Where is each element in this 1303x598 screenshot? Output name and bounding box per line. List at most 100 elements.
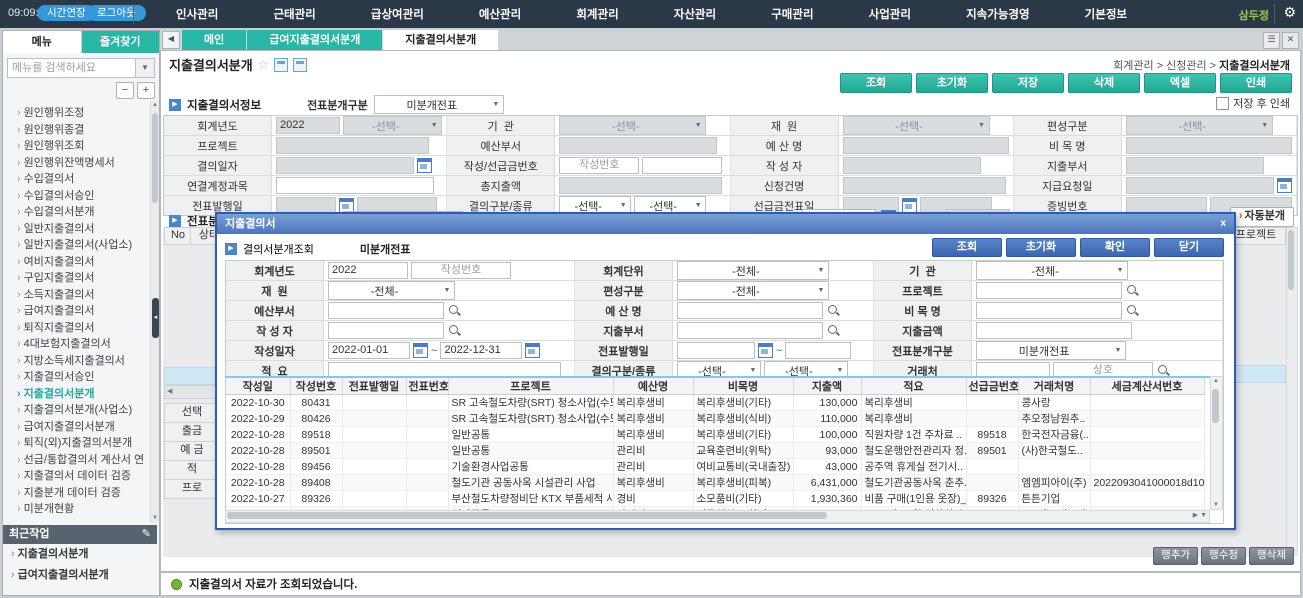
dialog-search-button[interactable]: 조회 [932,238,1002,257]
column-header[interactable]: 선급금번호 [966,378,1018,395]
sidebar-item-19[interactable]: ›지출결의서분개(사업소) [3,402,151,419]
sidebar-item-18[interactable]: ›지출결의서분개 [3,386,151,403]
table-row[interactable]: 2022-10-2889456기술환경사업공통관리비여비교통비(국내출장)43,… [226,459,1204,475]
favorite-star-icon[interactable]: ☆ [258,57,270,73]
sidebar-item-20[interactable]: ›급여지출결의서분개 [3,419,151,436]
column-header[interactable]: 예산명 [613,378,693,395]
menu-10[interactable]: 기본정보 [1079,6,1133,22]
table-row[interactable]: 2022-10-2889408철도기관 공동사옥 시설관리 사업복리후생비복리후… [226,475,1204,491]
eraser-icon[interactable]: ✎ [142,525,151,544]
search-icon[interactable] [447,323,462,338]
dialog-close-button[interactable]: 닫기 [1154,238,1224,257]
sidebar-item-15[interactable]: ›4대보험지출결의서 [3,336,151,353]
column-header[interactable]: 적요 [861,378,966,395]
input-field[interactable] [276,177,434,194]
table-row[interactable]: 2022-10-3080431SR 고속철도차량(SRT) 청소사업(수도권)복… [226,395,1204,411]
select-field[interactable]: -선택-▼ [559,116,706,135]
menu-search-input[interactable]: 메뉴를 검색하세요 [7,58,136,78]
sidebar-item-8[interactable]: ›일반지출결의서 [3,221,151,238]
column-header[interactable]: 프로젝트 [448,378,613,395]
tab-2[interactable]: 급여지출결의서분개 [247,30,382,50]
sidebar-item-9[interactable]: ›일반지출결의서(사업소) [3,237,151,254]
sidebar-item-12[interactable]: ›소득지출결의서 [3,287,151,304]
scroll-down-icon[interactable]: ▼ [1211,502,1221,508]
select-field[interactable]: -선택-▼ [343,116,442,135]
input-field[interactable]: 작성번호 [559,157,639,174]
sidebar-item-22[interactable]: ›선급/통합결의서 계산서 연 [3,452,151,469]
column-header[interactable]: 세금계산서번호 [1090,378,1204,395]
input-field[interactable] [976,302,1122,319]
dialog-v-scrollbar[interactable]: ▲ ▼ [1210,376,1223,510]
recent-item-2[interactable]: ›급여지출결의서분개 [3,565,157,586]
select-field[interactable]: -전체-▼ [677,281,829,300]
select-field[interactable]: -전체-▼ [976,261,1128,280]
sidebar-tab-favorites[interactable]: 즐겨찾기 [82,31,160,53]
dialog-h-scrollbar[interactable]: ▶ ▼ [225,510,1210,523]
scroll-up-icon[interactable]: ▲ [1211,378,1221,384]
tab-scroll-left-icon[interactable]: ◀ [162,31,180,49]
sidebar-tab-menu[interactable]: 메뉴 [3,31,82,53]
scroll-right-icon[interactable]: ▶ ▼ [1193,511,1207,521]
excel-button[interactable]: 엑셀 [1144,73,1216,93]
dialog-reset-button[interactable]: 초기화 [1006,238,1076,257]
tab-list-icon[interactable]: ☰ [1263,32,1280,49]
selected-row[interactable] [164,367,219,385]
gear-icon[interactable]: ⚙ [1283,4,1296,21]
input-field[interactable] [976,282,1122,299]
table-row[interactable]: 2022-10-2889518일반공통복리후생비복리후생비(기타)100,000… [226,427,1204,443]
sidebar-item-6[interactable]: ›수입결의서승인 [3,188,151,205]
input-field[interactable] [328,322,444,339]
search-icon[interactable] [826,323,841,338]
table-row[interactable]: 2022-10-2980426SR 고속철도차량(SRT) 청소사업(수도권)복… [226,411,1204,427]
sidebar-splitter-handle[interactable]: ◂ [152,298,159,338]
auto-journalize-button[interactable]: ›자동분개 [1230,207,1294,227]
reset-button[interactable]: 초기화 [916,73,988,93]
sidebar-item-24[interactable]: ›지출분개 데이터 검증 [3,485,151,502]
print-after-save-checkbox[interactable] [1216,97,1229,110]
sidebar-item-3[interactable]: ›원인행위조회 [3,138,151,155]
sidebar-item-14[interactable]: ›퇴직지출결의서 [3,320,151,337]
menu-4[interactable]: 예산관리 [473,6,527,22]
calendar-icon[interactable] [525,343,540,358]
input-field[interactable]: 2022 [328,262,408,279]
input-field[interactable]: 2022-12-31 [440,342,522,359]
table-row[interactable]: 2022-10-2789326부산철도차량정비단 KTX 부품세척 사업경비소모… [226,491,1204,507]
calendar-icon[interactable] [1277,178,1292,193]
table-row[interactable]: 2022-10-2889501일반공통관리비교육훈련비(위탁)93,000철도운… [226,443,1204,459]
input-field[interactable] [785,342,851,359]
menu-7[interactable]: 구매관리 [765,6,819,22]
column-header[interactable]: 작성번호 [290,378,342,395]
h-scrollbar[interactable]: ◀ [164,385,221,399]
menu-3[interactable]: 급상여관리 [365,6,430,22]
refresh-window-icon[interactable] [293,58,307,72]
expand-all-button[interactable]: + [137,82,155,99]
sidebar-item-5[interactable]: ›수입결의서 [3,171,151,188]
search-icon[interactable] [826,303,841,318]
column-header[interactable]: 지출액 [793,378,861,395]
column-header[interactable]: 전표번호 [406,378,448,395]
menu-8[interactable]: 사업관리 [863,6,917,22]
sidebar-item-25[interactable]: ›미분개현황 [3,501,151,518]
delete-button[interactable]: 삭제 [1068,73,1140,93]
logout-button[interactable]: 로그아웃 [87,5,146,21]
select-field[interactable]: 미분개전표▼ [976,341,1126,360]
input-field[interactable]: 2022-01-01 [328,342,410,359]
column-header[interactable]: 전표발행일 [342,378,406,395]
search-icon[interactable] [1125,283,1140,298]
delete-row-button[interactable]: 행삭제 [1249,547,1294,565]
menu-5[interactable]: 회계관리 [570,6,624,22]
input-field[interactable] [976,322,1132,339]
sidebar-item-1[interactable]: ›원인행위조정 [3,105,151,122]
sidebar-item-21[interactable]: ›퇴직(외)지출결의서분개 [3,435,151,452]
v-scrollbar[interactable] [1286,227,1298,551]
select-field[interactable]: -선택-▼ [1126,116,1273,135]
menu-1[interactable]: 인사관리 [170,6,224,22]
sidebar-item-13[interactable]: ›급여지출결의서 [3,303,151,320]
sidebar-item-2[interactable]: ›원인행위종결 [3,122,151,139]
menu-6[interactable]: 자산관리 [668,6,722,22]
recent-item-1[interactable]: ›지출결의서분개 [3,544,157,565]
chevron-down-icon[interactable]: ▼ [136,58,155,78]
select-field[interactable]: -전체-▼ [677,261,829,280]
select-field[interactable]: -선택-▼ [843,116,990,135]
tab-3[interactable]: 지출결의서분개 [383,30,498,50]
